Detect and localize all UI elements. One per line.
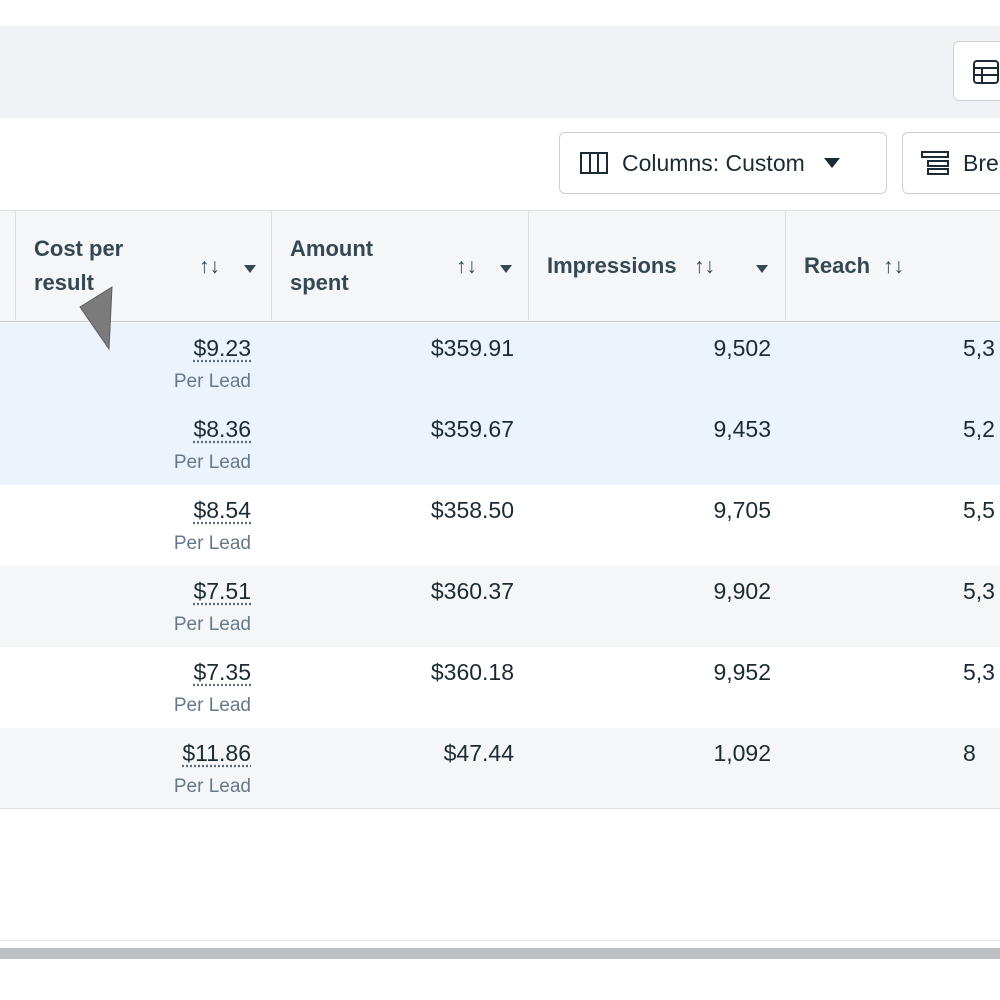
impressions-value: 9,705 [713,497,771,523]
reach-value: 5,3 [963,335,995,361]
footer-divider [0,940,1000,941]
result-type-label: Per Lead [173,614,251,635]
breakdown-button-label: Bre [963,149,999,176]
cost-per-result-value[interactable]: $8.54 [193,497,251,523]
sort-icon[interactable]: ↑↓ [199,255,220,279]
chevron-down-icon[interactable] [755,261,769,279]
cost-per-result-value[interactable]: $7.35 [193,659,251,685]
table-row[interactable]: $8.54 Per Lead $358.50 9,705 5,5 [0,485,1000,566]
impressions-value: 9,502 [713,335,771,361]
impressions-value: 9,453 [713,416,771,442]
header-cost-per-result[interactable]: Cost per result ↑↓ [16,211,271,321]
sort-icon[interactable]: ↑↓ [694,255,715,279]
columns-button-label: Columns: Custom [622,149,805,176]
header-amount-spent-line1: Amount [290,236,374,261]
result-type-label: Per Lead [173,695,251,716]
table-row[interactable]: $9.23 Per Lead $359.91 9,502 5,3 [0,323,1000,404]
cost-per-result-value[interactable]: $7.51 [193,578,251,604]
impressions-value: 1,092 [713,740,771,766]
amount-spent-value: $359.67 [430,416,514,442]
top-toolbar-band [0,26,1000,118]
header-impressions[interactable]: Impressions ↑↓ [529,211,785,321]
column-divider[interactable] [271,211,272,322]
impressions-value: 9,952 [713,659,771,685]
column-divider[interactable] [528,211,529,322]
amount-spent-value: $360.37 [430,578,514,604]
header-cost-per-result-line1: Cost per [34,236,124,261]
amount-spent-value: $358.50 [430,497,514,523]
reach-value: 5,3 [963,578,995,604]
columns-icon [580,152,608,174]
breakdown-button[interactable]: Bre [902,132,1000,194]
sort-icon[interactable]: ↑↓ [456,255,477,279]
header-reach-label: Reach [804,253,871,278]
table-row[interactable]: $8.36 Per Lead $359.67 9,453 5,2 [0,404,1000,485]
chevron-down-icon[interactable] [499,261,513,279]
header-amount-spent-line2: spent [290,270,349,295]
result-type-label: Per Lead [173,533,251,554]
horizontal-scrollbar[interactable] [0,948,1000,959]
table-bottom-border [0,808,1000,809]
header-amount-spent[interactable]: Amount spent ↑↓ [272,211,528,321]
cost-per-result-value[interactable]: $8.36 [193,416,251,442]
table-view-button[interactable] [953,41,1000,101]
impressions-value: 9,902 [713,578,771,604]
reach-value: 5,5 [963,497,995,523]
header-impressions-label: Impressions [547,253,677,278]
amount-spent-value: $47.44 [443,740,514,766]
table-row[interactable]: $11.86 Per Lead $47.44 1,092 8 [0,728,1000,809]
result-type-label: Per Lead [173,452,251,473]
reach-value: 5,3 [963,659,995,685]
mouse-cursor-icon [79,286,113,351]
table-row[interactable]: $7.35 Per Lead $360.18 9,952 5,3 [0,647,1000,728]
table-icon [973,60,999,84]
reach-value: 5,2 [963,416,995,442]
amount-spent-value: $359.91 [430,335,514,361]
columns-button[interactable]: Columns: Custom [559,132,887,194]
reach-value: 8 [963,740,976,766]
result-type-label: Per Lead [173,776,251,797]
chevron-down-icon[interactable] [243,261,257,279]
breakdown-icon [921,151,949,175]
sort-icon[interactable]: ↑↓ [883,255,904,279]
table-header-row: Cost per result ↑↓ Amount spent ↑↓ Impre… [0,211,1000,322]
column-divider[interactable] [785,211,786,322]
header-reach[interactable]: Reach ↑↓ [786,211,1000,321]
cost-per-result-value[interactable]: $11.86 [182,740,251,766]
cost-per-result-value[interactable]: $9.23 [193,335,251,361]
amount-spent-value: $360.18 [430,659,514,685]
chevron-down-icon [823,157,841,169]
result-type-label: Per Lead [173,371,251,392]
column-divider[interactable] [15,211,16,322]
table-row[interactable]: $7.51 Per Lead $360.37 9,902 5,3 [0,566,1000,647]
